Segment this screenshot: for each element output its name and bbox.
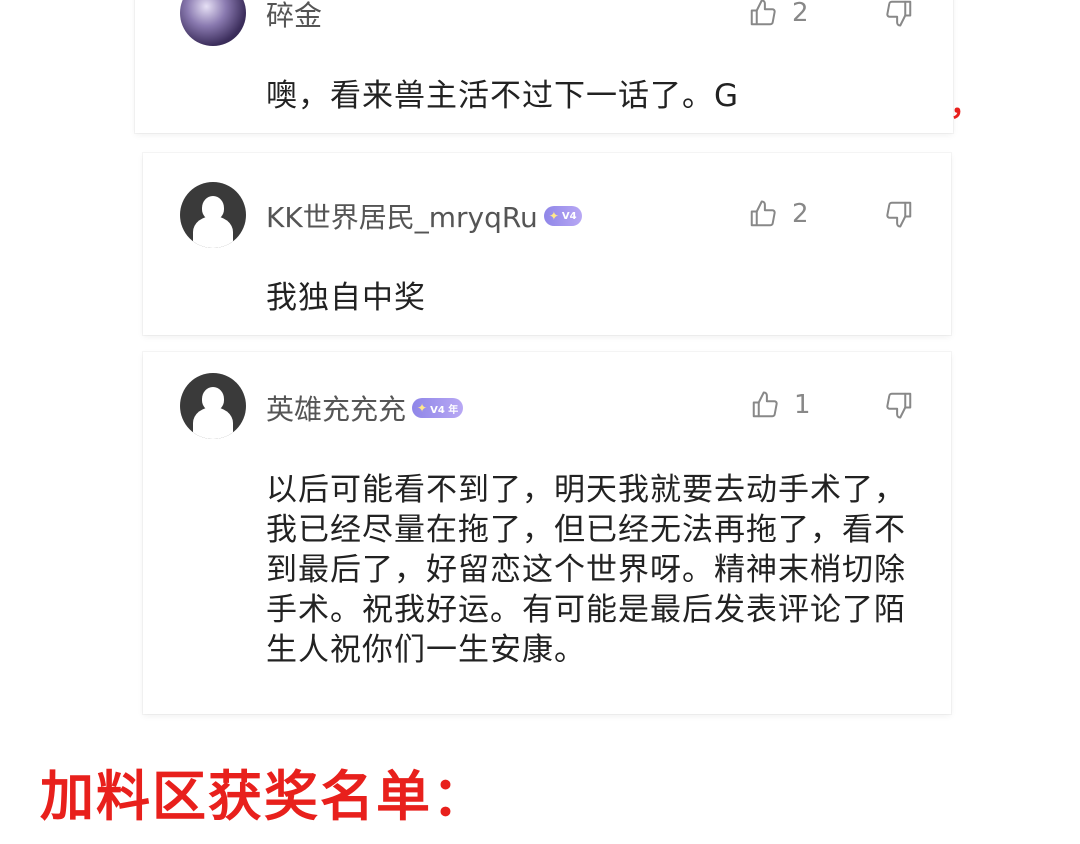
username-text: 碎金 bbox=[266, 0, 323, 32]
avatar-body bbox=[193, 407, 233, 439]
like-count: 1 bbox=[794, 390, 811, 420]
avatar[interactable] bbox=[180, 373, 246, 439]
thumbs-up-icon bbox=[750, 0, 776, 26]
comment-card bbox=[143, 153, 951, 335]
like-count: 2 bbox=[792, 199, 809, 229]
avatar-body bbox=[193, 216, 233, 248]
like-button[interactable]: 2 bbox=[748, 199, 809, 229]
crown-icon: ✦ bbox=[417, 401, 428, 415]
dislike-button[interactable] bbox=[884, 390, 914, 424]
vip-badge: ✦ V4 bbox=[543, 206, 582, 226]
comment-username[interactable]: 碎金 bbox=[266, 0, 322, 34]
dislike-button[interactable] bbox=[884, 199, 914, 233]
badge-label: V4 年 bbox=[430, 404, 459, 416]
red-mark: ， bbox=[950, 88, 980, 123]
thumbs-down-icon bbox=[886, 392, 912, 419]
username-text: KK世界居民_mryqRu bbox=[266, 201, 538, 234]
thumbs-up-icon bbox=[750, 200, 776, 227]
username-text: 英雄充充充 bbox=[266, 393, 407, 426]
dislike-button[interactable] bbox=[884, 0, 914, 32]
avatar[interactable] bbox=[180, 182, 246, 248]
like-button[interactable]: 2 bbox=[748, 0, 809, 28]
thumbs-down-icon bbox=[886, 0, 912, 27]
vip-badge: ✦ V4 年 bbox=[412, 398, 464, 418]
like-count: 2 bbox=[792, 0, 809, 28]
badge-label: V4 bbox=[561, 210, 577, 222]
like-button[interactable]: 1 bbox=[750, 390, 811, 420]
prize-list-title: 加料区获奖名单： bbox=[40, 765, 488, 828]
comment-text: 以后可能看不到了，明天我就要去动手术了，我已经尽量在拖了，但已经无法再拖了，看不… bbox=[266, 472, 906, 668]
thumbs-up-icon bbox=[752, 391, 778, 418]
comment-username[interactable]: 英雄充充充 ✦ V4 年 bbox=[266, 388, 464, 428]
thumbs-down-icon bbox=[886, 201, 912, 228]
comment-username[interactable]: KK世界居民_mryqRu ✦ V4 bbox=[266, 196, 582, 236]
crown-icon: ✦ bbox=[548, 209, 559, 223]
comment-text: 噢，看来兽主活不过下一话了。G bbox=[266, 78, 740, 114]
comment-text: 我独自中奖 bbox=[266, 280, 426, 316]
